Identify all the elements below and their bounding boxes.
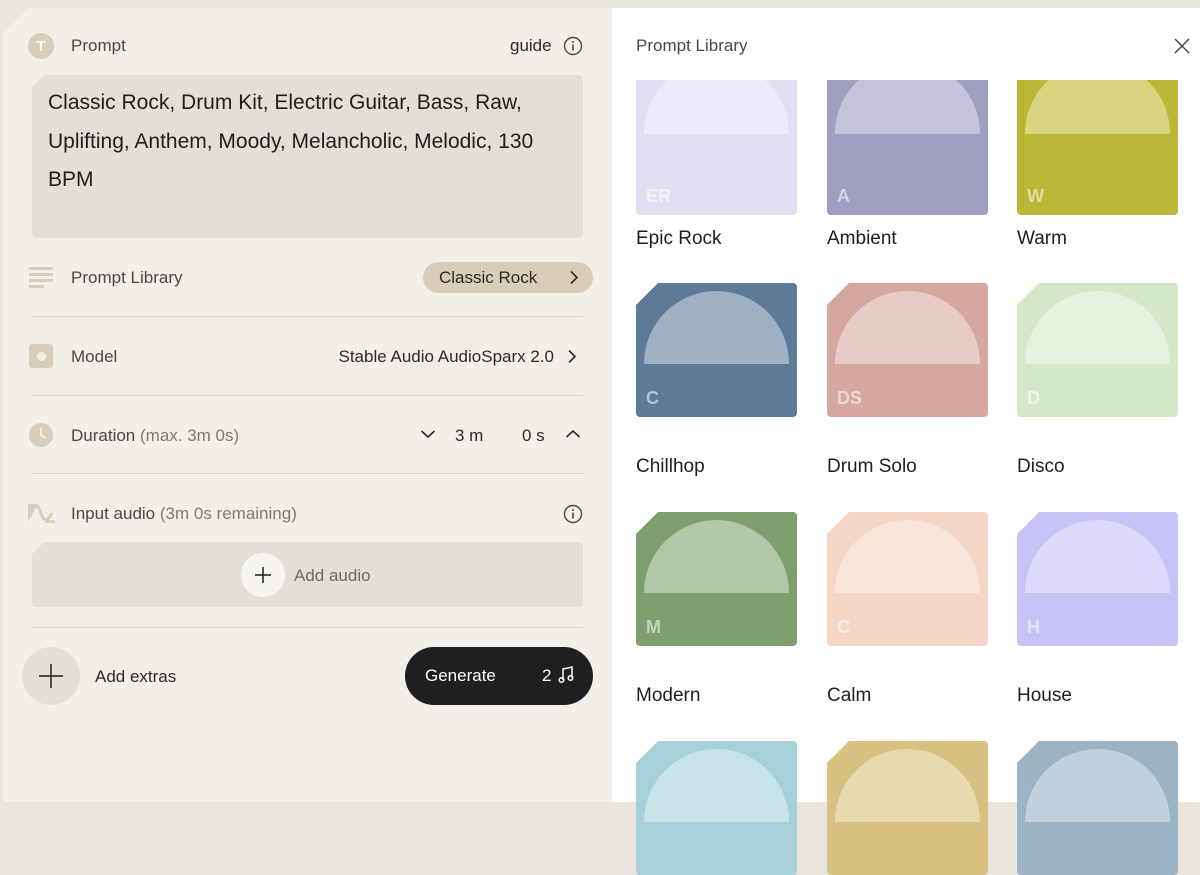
card-abbreviation: DS: [837, 388, 863, 408]
card-abbreviation: ER: [646, 186, 672, 206]
card-abbreviation: C: [646, 388, 659, 408]
card-artwork: [644, 749, 789, 822]
card-artwork: [835, 80, 980, 134]
divider: [32, 473, 583, 474]
divider: [32, 316, 583, 317]
duration-minutes[interactable]: 3 m: [455, 426, 483, 446]
library-card-title[interactable]: Calm: [827, 685, 871, 707]
model-value[interactable]: Stable Audio AudioSparx 2.0: [300, 347, 555, 367]
duration-hint: (max. 3m 0s): [140, 426, 240, 445]
duration-label-group: Duration (max. 3m 0s): [71, 426, 239, 446]
plus-icon[interactable]: [241, 553, 285, 597]
clock-icon: [28, 422, 54, 448]
card-artwork: [835, 749, 980, 822]
text-icon: T: [28, 33, 54, 59]
generate-count: 2: [542, 666, 552, 685]
prompt-text[interactable]: Classic Rock, Drum Kit, Electric Guitar,…: [48, 84, 568, 200]
library-card[interactable]: C: [827, 512, 988, 646]
prompt-library-selector[interactable]: Classic Rock: [423, 262, 593, 293]
info-icon[interactable]: [563, 36, 583, 56]
info-icon[interactable]: [563, 504, 583, 524]
chevron-right-icon[interactable]: [566, 348, 578, 364]
library-card-title[interactable]: House: [1017, 685, 1072, 707]
library-card[interactable]: C: [636, 283, 797, 417]
prompt-title: Prompt: [71, 36, 126, 55]
library-card-title[interactable]: Disco: [1017, 456, 1065, 478]
card-artwork: [644, 291, 789, 364]
model-icon: [29, 344, 53, 368]
plus-icon: [39, 664, 63, 688]
library-card[interactable]: ER: [636, 80, 797, 215]
card-abbreviation: C: [837, 617, 850, 637]
library-card[interactable]: DS: [827, 283, 988, 417]
library-title: Prompt Library: [636, 36, 748, 55]
generate-label: Generate: [425, 666, 496, 685]
generate-button[interactable]: Generate 2: [405, 647, 593, 705]
card-artwork: [1025, 749, 1170, 822]
card-abbreviation: W: [1027, 186, 1044, 206]
add-extras-button[interactable]: [22, 647, 80, 705]
chevron-right-icon: [569, 270, 579, 290]
duration-label: Duration: [71, 426, 136, 445]
add-extras-label[interactable]: Add extras: [95, 667, 176, 687]
library-card[interactable]: A: [827, 80, 988, 215]
card-artwork: [644, 520, 789, 593]
divider: [32, 627, 583, 628]
input-audio-label-group: Input audio (3m 0s remaining): [71, 504, 297, 524]
waveform-icon: [28, 500, 55, 526]
library-card-title[interactable]: Chillhop: [636, 456, 705, 478]
guide-link[interactable]: guide: [510, 36, 552, 56]
library-card[interactable]: D: [1017, 283, 1178, 417]
card-artwork: [835, 291, 980, 364]
chevron-down-icon[interactable]: [419, 427, 437, 441]
library-card[interactable]: [1017, 741, 1178, 875]
input-audio-hint: (3m 0s remaining): [159, 504, 297, 523]
card-artwork: [835, 520, 980, 593]
card-abbreviation: H: [1027, 617, 1040, 637]
input-audio-label: Input audio: [71, 504, 156, 523]
add-audio-label[interactable]: Add audio: [294, 566, 371, 586]
library-card[interactable]: [636, 741, 797, 875]
card-artwork: [1025, 80, 1170, 134]
card-artwork: [1025, 291, 1170, 364]
model-label: Model: [71, 347, 118, 366]
card-abbreviation: D: [1027, 388, 1040, 408]
chevron-up-icon[interactable]: [564, 427, 582, 441]
card-artwork: [1025, 520, 1170, 593]
library-card-title[interactable]: Modern: [636, 685, 700, 707]
prompt-library-label: Prompt Library: [71, 268, 183, 287]
card-abbreviation: A: [837, 186, 850, 206]
library-card[interactable]: H: [1017, 512, 1178, 646]
list-icon: [29, 266, 54, 288]
card-artwork: [644, 80, 789, 134]
library-card-title[interactable]: Epic Rock: [636, 228, 722, 250]
duration-seconds[interactable]: 0 s: [522, 426, 545, 446]
card-abbreviation: M: [646, 617, 661, 637]
library-card-title[interactable]: Warm: [1017, 228, 1067, 250]
library-card-title[interactable]: Ambient: [827, 228, 897, 250]
library-card-title[interactable]: Drum Solo: [827, 456, 917, 478]
close-icon[interactable]: [1173, 37, 1191, 55]
divider: [32, 395, 583, 396]
prompt-library-value: Classic Rock: [439, 267, 538, 287]
music-note-icon: [558, 666, 574, 689]
library-card[interactable]: M: [636, 512, 797, 646]
library-card[interactable]: W: [1017, 80, 1178, 215]
library-card[interactable]: [827, 741, 988, 875]
